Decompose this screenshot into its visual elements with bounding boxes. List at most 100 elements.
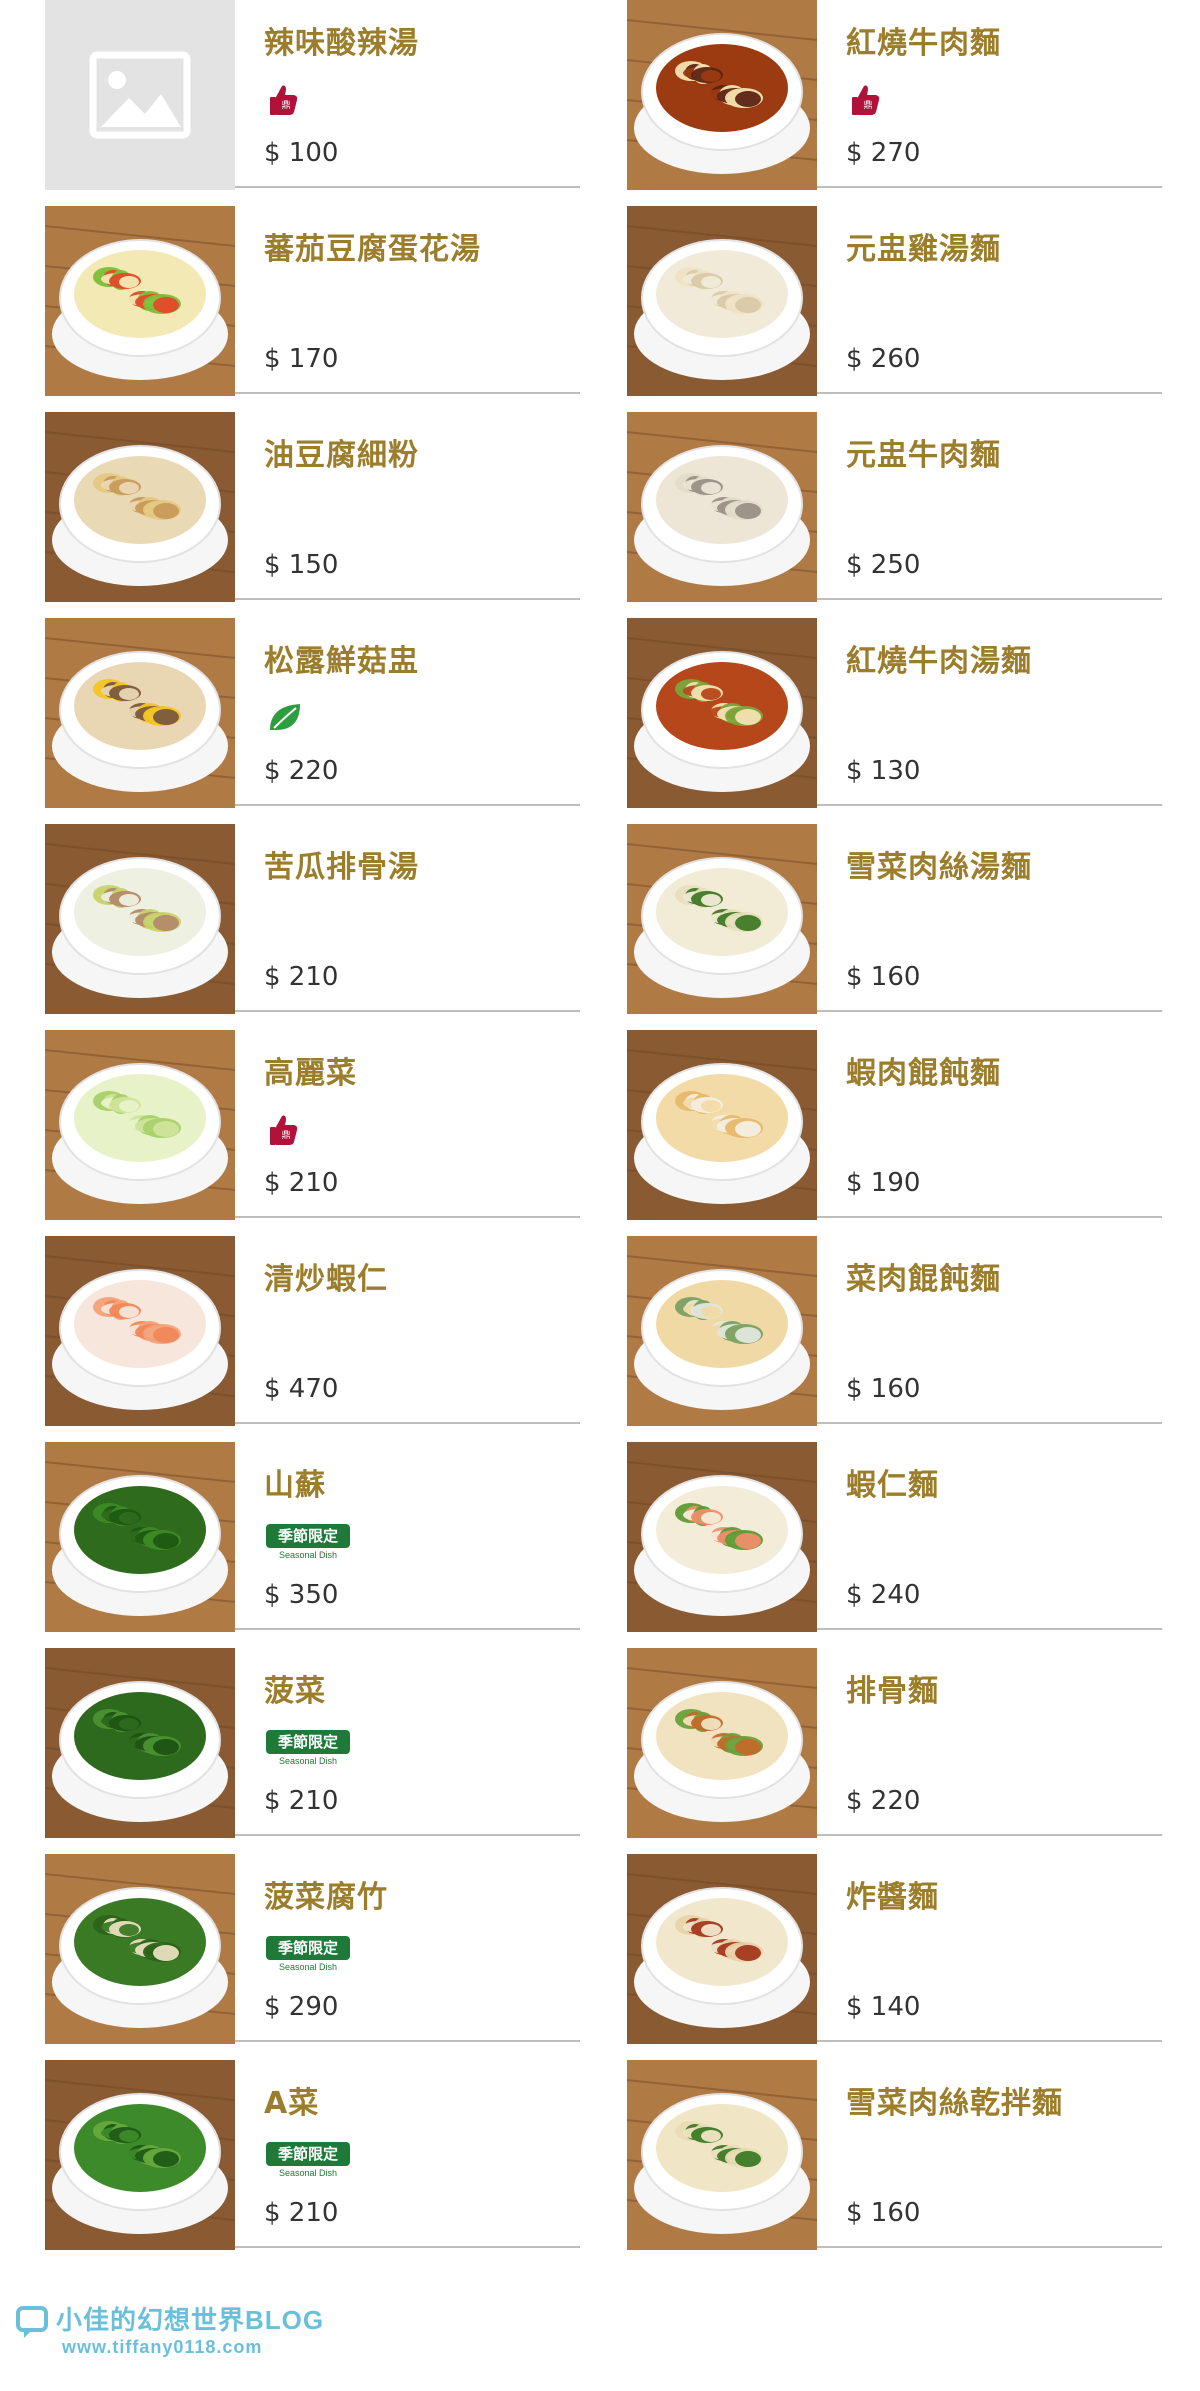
dish-thumbnail[interactable] bbox=[45, 1030, 235, 1220]
dish-thumbnail[interactable] bbox=[627, 2060, 817, 2250]
menu-item[interactable]: 菠菜腐竹 季節限定 Seasonal Dish $ 290 bbox=[45, 1854, 580, 2044]
dish-thumbnail[interactable] bbox=[627, 206, 817, 396]
menu-item[interactable]: 松露鮮菇盅 $ 220 bbox=[45, 618, 580, 808]
dish-thumbnail[interactable] bbox=[45, 1442, 235, 1632]
dish-price: $ 160 bbox=[846, 962, 921, 992]
dish-name: 紅燒牛肉麵 bbox=[846, 26, 1001, 61]
menu-item[interactable]: 高麗菜 鼎 $ 210 bbox=[45, 1030, 580, 1220]
braised-beef-noodle-photo bbox=[627, 0, 817, 190]
dish-name: 苦瓜排骨湯 bbox=[264, 850, 419, 885]
dish-thumbnail[interactable] bbox=[627, 1030, 817, 1220]
seasonal-dish-badge: 季節限定 Seasonal Dish bbox=[266, 1524, 360, 1566]
menu-item[interactable]: 排骨麵 $ 220 bbox=[627, 1648, 1162, 1838]
menu-item[interactable]: 蝦仁麵 $ 240 bbox=[627, 1442, 1162, 1632]
dish-price: $ 260 bbox=[846, 344, 921, 374]
seasonal-dish-badge: 季節限定 Seasonal Dish bbox=[266, 1936, 360, 1978]
vegetarian-leaf-icon bbox=[270, 704, 300, 730]
dish-price: $ 210 bbox=[264, 962, 339, 992]
menu-column-right: 紅燒牛肉麵 鼎 $ 270 元盅雞湯麵 $ 260 元盅牛肉麵 $ 250 紅燒… bbox=[627, 0, 1162, 2266]
dish-price: $ 220 bbox=[264, 756, 339, 786]
cabbage-photo bbox=[45, 1030, 235, 1220]
dish-name: 雪菜肉絲湯麵 bbox=[846, 850, 1032, 885]
dish-name: 蕃茄豆腐蛋花湯 bbox=[264, 232, 481, 267]
birds-nest-fern-photo bbox=[45, 1442, 235, 1632]
dish-name: 雪菜肉絲乾拌麵 bbox=[846, 2086, 1063, 2121]
dish-thumbnail[interactable] bbox=[45, 618, 235, 808]
seasonal-badge-label: 季節限定 bbox=[266, 1730, 350, 1754]
menu-item[interactable]: 元盅雞湯麵 $ 260 bbox=[627, 206, 1162, 396]
dish-thumbnail[interactable] bbox=[45, 1854, 235, 2044]
truffle-mushroom-soup-photo bbox=[45, 618, 235, 808]
spinach-photo bbox=[45, 1648, 235, 1838]
menu-item[interactable]: 元盅牛肉麵 $ 250 bbox=[627, 412, 1162, 602]
dish-name: 清炒蝦仁 bbox=[264, 1262, 388, 1297]
menu-item[interactable]: 苦瓜排骨湯 $ 210 bbox=[45, 824, 580, 1014]
dish-thumbnail[interactable] bbox=[627, 1854, 817, 2044]
dish-price: $ 210 bbox=[264, 1786, 339, 1816]
dish-price: $ 290 bbox=[264, 1992, 339, 2022]
dish-thumbnail[interactable] bbox=[45, 2060, 235, 2250]
dish-thumbnail[interactable] bbox=[45, 0, 235, 190]
a-choy-photo bbox=[45, 2060, 235, 2250]
menu-item[interactable]: 雪菜肉絲湯麵 $ 160 bbox=[627, 824, 1162, 1014]
recommended-thumb-icon: 鼎 bbox=[270, 1115, 298, 1145]
dish-price: $ 240 bbox=[846, 1580, 921, 1610]
dish-name: 松露鮮菇盅 bbox=[264, 644, 419, 679]
dish-price: $ 130 bbox=[846, 756, 921, 786]
dish-name: 菜肉餛飩麵 bbox=[846, 1262, 1001, 1297]
menu-item[interactable]: 紅燒牛肉湯麵 $ 130 bbox=[627, 618, 1162, 808]
menu-item[interactable]: 菠菜 季節限定 Seasonal Dish $ 210 bbox=[45, 1648, 580, 1838]
seasonal-dish-badge: 季節限定 Seasonal Dish bbox=[266, 1730, 360, 1772]
dish-thumbnail[interactable] bbox=[627, 824, 817, 1014]
pickled-greens-pork-noodle-photo bbox=[627, 824, 817, 1014]
dish-name: A菜 bbox=[264, 2086, 320, 2121]
dish-name: 高麗菜 bbox=[264, 1056, 357, 1091]
placeholder-image-icon bbox=[45, 0, 235, 190]
menu-item[interactable]: 雪菜肉絲乾拌麵 $ 160 bbox=[627, 2060, 1162, 2250]
menu-item[interactable]: A菜 季節限定 Seasonal Dish $ 210 bbox=[45, 2060, 580, 2250]
menu-item[interactable]: 紅燒牛肉麵 鼎 $ 270 bbox=[627, 0, 1162, 190]
veg-pork-wonton-noodle-photo bbox=[627, 1236, 817, 1426]
dish-thumbnail[interactable] bbox=[45, 206, 235, 396]
dish-name: 辣味酸辣湯 bbox=[264, 26, 419, 61]
chicken-soup-noodle-photo bbox=[627, 206, 817, 396]
dish-price: $ 140 bbox=[846, 1992, 921, 2022]
seasonal-dish-badge: 季節限定 Seasonal Dish bbox=[266, 2142, 360, 2184]
recommended-thumb-icon: 鼎 bbox=[270, 85, 298, 115]
dish-thumbnail[interactable] bbox=[627, 618, 817, 808]
menu-item[interactable]: 炸醬麵 $ 140 bbox=[627, 1854, 1162, 2044]
dish-name: 油豆腐細粉 bbox=[264, 438, 419, 473]
dish-thumbnail[interactable] bbox=[627, 1648, 817, 1838]
menu-item[interactable]: 油豆腐細粉 $ 150 bbox=[45, 412, 580, 602]
dish-thumbnail[interactable] bbox=[45, 824, 235, 1014]
seasonal-badge-sub: Seasonal Dish bbox=[278, 1756, 338, 1766]
seasonal-badge-label: 季節限定 bbox=[266, 1936, 350, 1960]
dish-thumbnail[interactable] bbox=[627, 1442, 817, 1632]
pork-chop-noodle-photo bbox=[627, 1648, 817, 1838]
menu-item[interactable]: 清炒蝦仁 $ 470 bbox=[45, 1236, 580, 1426]
dish-thumbnail[interactable] bbox=[627, 0, 817, 190]
menu-item[interactable]: 菜肉餛飩麵 $ 160 bbox=[627, 1236, 1162, 1426]
recommended-thumb-icon: 鼎 bbox=[852, 85, 880, 115]
dish-thumbnail[interactable] bbox=[45, 1648, 235, 1838]
dish-price: $ 170 bbox=[264, 344, 339, 374]
dish-price: $ 270 bbox=[846, 138, 921, 168]
dish-price: $ 160 bbox=[846, 2198, 921, 2228]
menu-item[interactable]: 山蘇 季節限定 Seasonal Dish $ 350 bbox=[45, 1442, 580, 1632]
dish-thumbnail[interactable] bbox=[45, 412, 235, 602]
menu-item[interactable]: 蕃茄豆腐蛋花湯 $ 170 bbox=[45, 206, 580, 396]
dish-price: $ 220 bbox=[846, 1786, 921, 1816]
spinach-tofu-skin-photo bbox=[45, 1854, 235, 2044]
dish-name: 紅燒牛肉湯麵 bbox=[846, 644, 1032, 679]
menu-item[interactable]: 辣味酸辣湯 鼎 $ 100 bbox=[45, 0, 580, 190]
watermark-icon bbox=[16, 2306, 48, 2338]
dish-name: 蝦仁麵 bbox=[846, 1468, 939, 1503]
dish-price: $ 100 bbox=[264, 138, 339, 168]
dish-name: 菠菜腐竹 bbox=[264, 1880, 388, 1915]
seasonal-badge-label: 季節限定 bbox=[266, 1524, 350, 1548]
dish-thumbnail[interactable] bbox=[45, 1236, 235, 1426]
blog-watermark: 小佳的幻想世界BLOG www.tiffany0118.com bbox=[14, 2300, 324, 2358]
dish-thumbnail[interactable] bbox=[627, 412, 817, 602]
dish-thumbnail[interactable] bbox=[627, 1236, 817, 1426]
menu-item[interactable]: 蝦肉餛飩麵 $ 190 bbox=[627, 1030, 1162, 1220]
